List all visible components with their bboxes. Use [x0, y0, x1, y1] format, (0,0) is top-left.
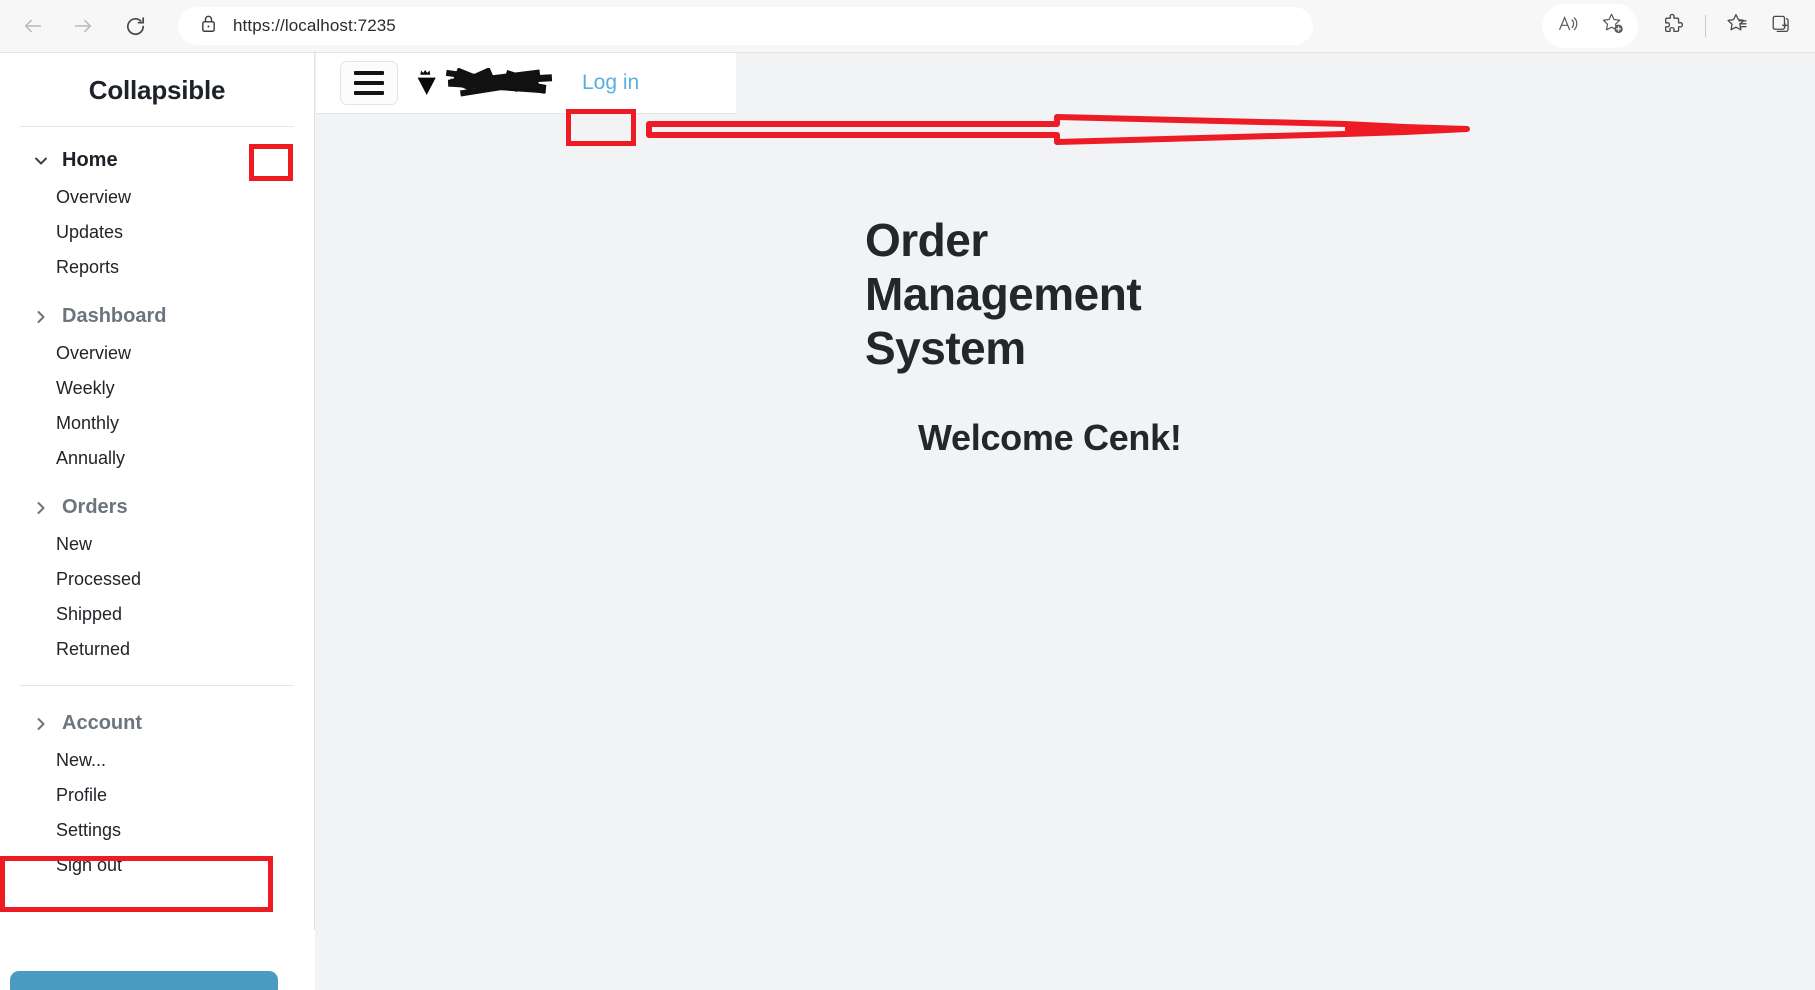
- read-aloud-icon: [1556, 12, 1580, 41]
- login-link[interactable]: Log in: [582, 71, 639, 95]
- arrow-left-icon: [22, 15, 44, 37]
- address-bar[interactable]: https://localhost:7235: [178, 7, 1313, 45]
- crown-v-logo-icon: [414, 67, 440, 99]
- app-top-bar: Log in: [316, 53, 736, 114]
- sidebar-item-home-reports[interactable]: Reports: [0, 250, 314, 285]
- sidebar-navigation: Collapsible Home Overview Updates Report…: [0, 53, 315, 990]
- extensions-button[interactable]: [1652, 4, 1696, 48]
- brand-name-redacted: [446, 68, 556, 98]
- sidebar-footer: [0, 930, 315, 990]
- sidebar-group-home[interactable]: Home: [0, 141, 314, 180]
- puzzle-piece-icon: [1662, 11, 1687, 41]
- sidebar-group-label: Dashboard: [62, 305, 167, 327]
- browser-forward-button[interactable]: [62, 5, 104, 47]
- sidebar-title: Collapsible: [88, 75, 226, 105]
- favorites-button[interactable]: [1715, 4, 1759, 48]
- sidebar-item-dashboard-weekly[interactable]: Weekly: [0, 371, 314, 406]
- add-to-favorites-button[interactable]: [1590, 4, 1634, 48]
- sidebar-item-orders-returned[interactable]: Returned: [0, 632, 314, 667]
- collections-button[interactable]: [1759, 4, 1803, 48]
- hamburger-menu-icon[interactable]: [340, 61, 398, 105]
- sidebar-item-orders-processed[interactable]: Processed: [0, 562, 314, 597]
- web-page-viewport: Collapsible Home Overview Updates Report…: [0, 53, 1815, 990]
- toolbar-divider: [1705, 15, 1706, 37]
- star-plus-icon: [1600, 11, 1625, 41]
- nav-group-dashboard: Dashboard Overview Weekly Monthly Annual…: [0, 297, 314, 476]
- refresh-icon: [124, 15, 147, 38]
- chevron-right-icon: [32, 499, 50, 517]
- sidebar-item-home-overview[interactable]: Overview: [0, 180, 314, 215]
- brand-logo[interactable]: [414, 67, 556, 99]
- read-aloud-button[interactable]: [1546, 4, 1590, 48]
- sidebar-item-orders-new[interactable]: New: [0, 527, 314, 562]
- sidebar-item-home-updates[interactable]: Updates: [0, 215, 314, 250]
- collections-icon: [1769, 11, 1794, 41]
- sidebar-item-account-signout[interactable]: Sign out: [0, 848, 314, 883]
- sidebar-item-dashboard-overview[interactable]: Overview: [0, 336, 314, 371]
- sidebar-group-orders[interactable]: Orders: [0, 488, 314, 527]
- browser-reload-button[interactable]: [114, 5, 156, 47]
- sidebar-group-label: Orders: [62, 496, 128, 518]
- nav-group-home: Home Overview Updates Reports: [0, 141, 314, 285]
- sidebar-group-account[interactable]: Account: [0, 704, 314, 743]
- chevron-down-icon: [32, 152, 50, 170]
- browser-toolbar-actions: [1542, 0, 1815, 52]
- nav-group-orders: Orders New Processed Shipped Returned: [0, 488, 314, 667]
- chevron-right-icon: [32, 308, 50, 326]
- sidebar-nav-list: Home Overview Updates Reports Dashboard …: [0, 127, 314, 883]
- lock-icon[interactable]: [200, 14, 217, 38]
- sidebar-item-orders-shipped[interactable]: Shipped: [0, 597, 314, 632]
- sidebar-item-account-profile[interactable]: Profile: [0, 778, 314, 813]
- chevron-right-icon: [32, 715, 50, 733]
- page-title: Order Management System: [865, 214, 1142, 374]
- address-bar-actions-group: [1542, 4, 1638, 48]
- browser-back-button[interactable]: [12, 5, 54, 47]
- url-text: https://localhost:7235: [233, 16, 396, 35]
- nav-group-account: Account New... Profile Settings Sign out: [0, 704, 314, 883]
- main-content: Order Management System Welcome Cenk!: [316, 114, 1815, 990]
- sidebar-item-account-settings[interactable]: Settings: [0, 813, 314, 848]
- arrow-right-icon: [72, 15, 94, 37]
- welcome-message: Welcome Cenk!: [918, 417, 1182, 458]
- sidebar-item-dashboard-monthly[interactable]: Monthly: [0, 406, 314, 441]
- sidebar-group-dashboard[interactable]: Dashboard: [0, 297, 314, 336]
- sidebar-item-dashboard-annually[interactable]: Annually: [0, 441, 314, 476]
- sidebar-item-account-new[interactable]: New...: [0, 743, 314, 778]
- sidebar-group-label: Home: [62, 149, 118, 171]
- browser-chrome: https://localhost:7235: [0, 0, 1815, 53]
- favorites-star-icon: [1725, 11, 1750, 41]
- sidebar-group-label: Account: [62, 712, 142, 734]
- sidebar-footer-button[interactable]: [10, 971, 278, 990]
